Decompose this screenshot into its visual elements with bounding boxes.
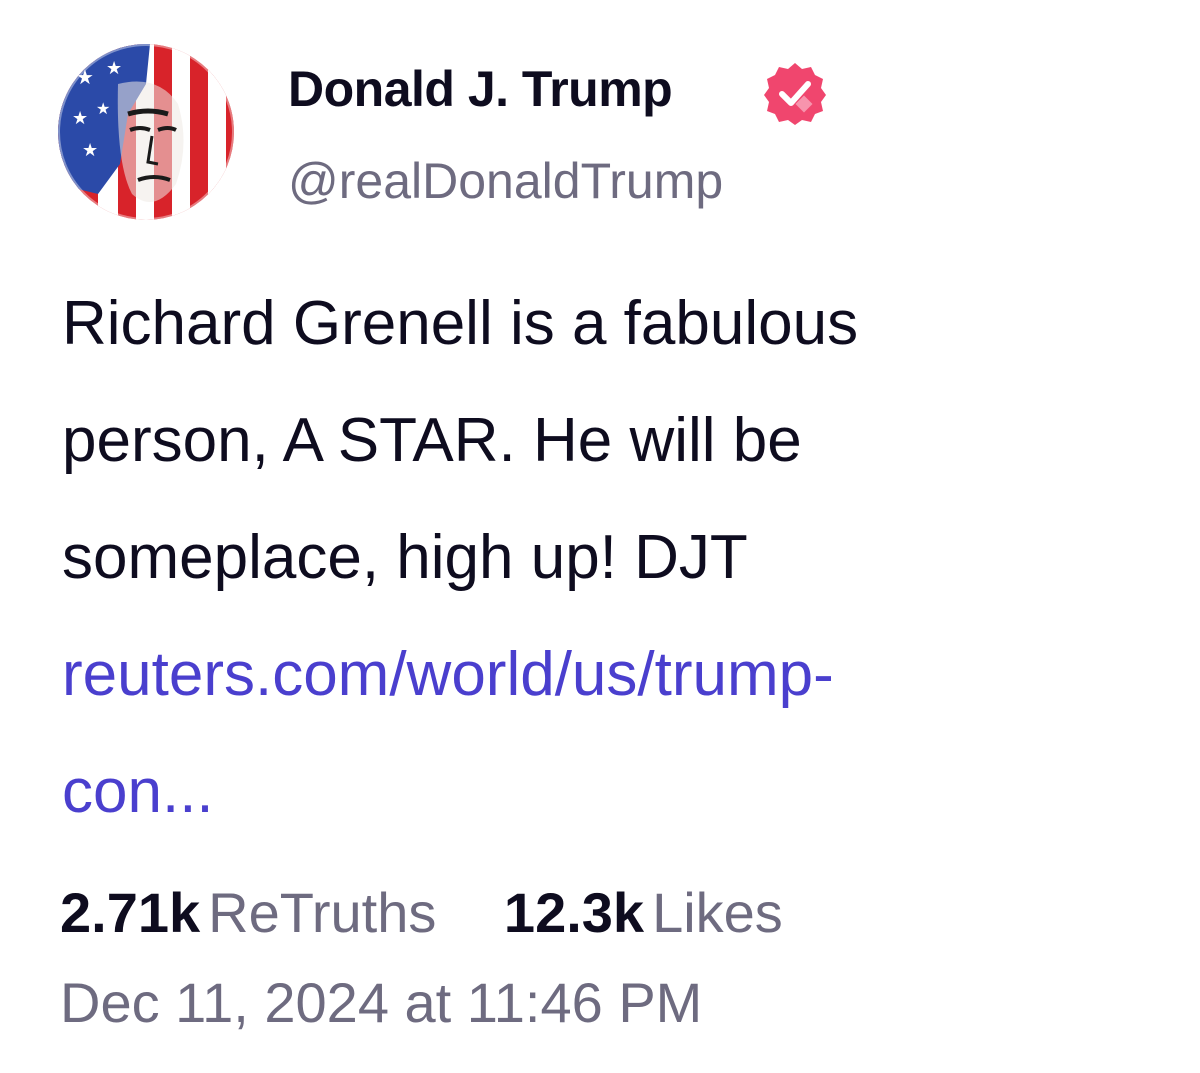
- retruths-count: 2.71k: [60, 881, 201, 944]
- svg-text:★: ★: [82, 140, 98, 161]
- post-stats: 2.71k ReTruths 12.3k Likes: [60, 880, 835, 945]
- verified-badge-icon: [764, 63, 826, 125]
- post-text-line: Richard Grenell is a fabulous: [62, 289, 859, 358]
- retruths-label: ReTruths: [208, 881, 437, 944]
- post-link-line[interactable]: con...: [62, 733, 1142, 850]
- post-text-line: person, A STAR. He will be: [62, 406, 802, 475]
- post-text-line: someplace, high up! DJT: [62, 523, 748, 592]
- truth-post: ★ ★ ★ ★ ★ Donald J. Trump @realDonaldTru…: [0, 0, 1200, 1073]
- likes-stat[interactable]: 12.3k Likes: [504, 880, 783, 945]
- post-timestamp: Dec 11, 2024 at 11:46 PM: [60, 971, 703, 1034]
- avatar-flag-portrait-icon: ★ ★ ★ ★ ★: [58, 44, 234, 220]
- likes-label: Likes: [652, 881, 783, 944]
- avatar[interactable]: ★ ★ ★ ★ ★: [58, 44, 234, 220]
- svg-text:★: ★: [72, 108, 88, 129]
- author-name[interactable]: Donald J. Trump: [288, 60, 673, 118]
- post-body: Richard Grenell is a fabulous person, A …: [62, 265, 1142, 850]
- likes-count: 12.3k: [503, 881, 645, 944]
- post-link-line[interactable]: reuters.com/world/us/trump-: [62, 616, 1142, 733]
- svg-text:★: ★: [106, 58, 122, 79]
- retruths-stat[interactable]: 2.71k ReTruths: [60, 880, 436, 945]
- author-handle[interactable]: @realDonaldTrump: [288, 152, 723, 210]
- svg-text:★: ★: [96, 99, 110, 118]
